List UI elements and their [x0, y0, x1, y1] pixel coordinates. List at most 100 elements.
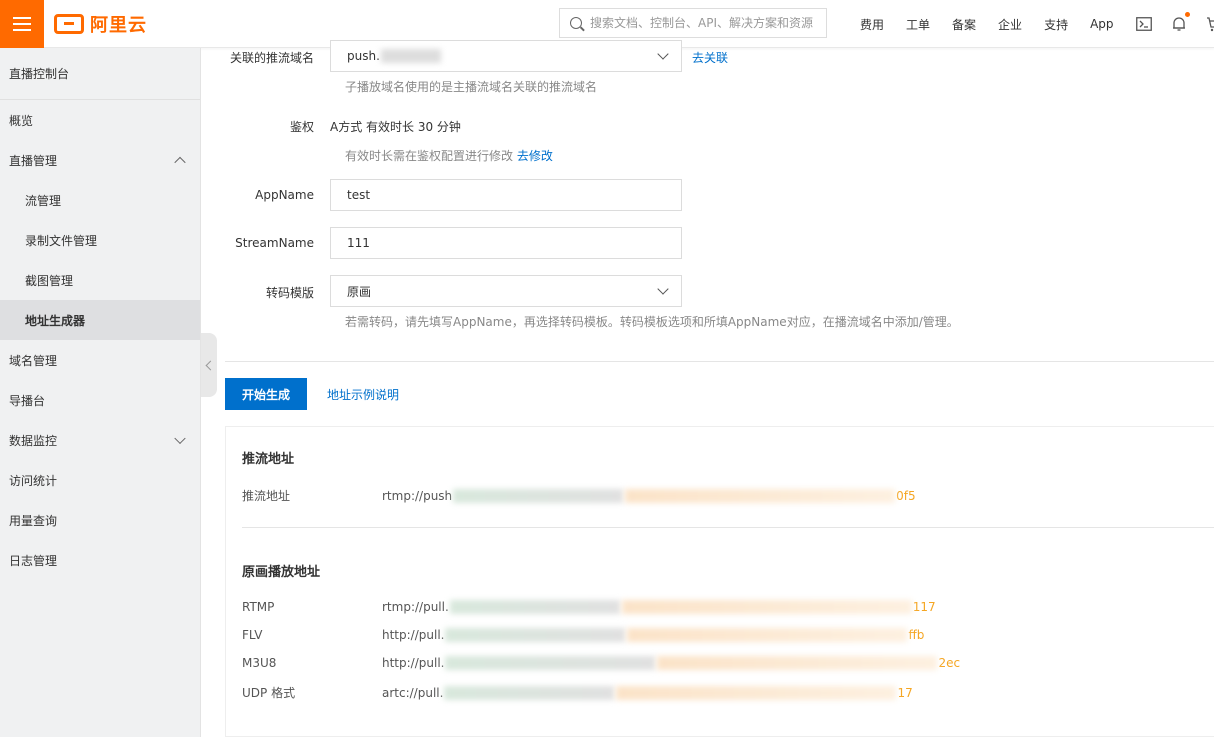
address-prefix: rtmp://push	[382, 488, 453, 503]
template-help: 若需转码，请先填写AppName，再选择转码模板。转码模板选项和所填AppNam…	[345, 315, 959, 329]
nav-icp[interactable]: 备案	[952, 16, 976, 33]
sidebar-collapse-handle[interactable]	[201, 333, 217, 397]
sidebar-item-label: 概览	[9, 113, 34, 128]
streamname-label: StreamName	[235, 236, 314, 250]
search-input[interactable]	[590, 16, 820, 30]
sidebar-item-label: 流管理	[25, 193, 62, 208]
push-address-label: 推流地址	[242, 489, 291, 503]
nav-billing[interactable]: 费用	[860, 16, 884, 33]
push-section-title: 推流地址	[242, 452, 295, 467]
nav-enterprise[interactable]: 企业	[998, 16, 1022, 33]
auth-label: 鉴权	[289, 120, 314, 134]
nav-app[interactable]: App	[1090, 17, 1113, 31]
sidebar-item-access-stats[interactable]: 访问统计	[0, 460, 200, 500]
play-address-value[interactable]: rtmp://pull. 117	[382, 600, 936, 614]
sidebar-item-label: 数据监控	[9, 433, 58, 448]
redacted-text	[444, 685, 615, 700]
play-section-title: 原画播放地址	[242, 565, 321, 580]
play-address-value[interactable]: artc://pull. 17	[382, 684, 913, 701]
sidebar-item-overview[interactable]: 概览	[0, 100, 200, 140]
push-address-value[interactable]: rtmp://push 0f5	[382, 487, 916, 504]
redacted-text	[453, 488, 624, 503]
brand-logo[interactable]: 阿里云	[54, 12, 147, 36]
redacted-text	[625, 488, 896, 503]
sidebar-item-label: 地址生成器	[25, 313, 86, 328]
sidebar-item-label: 截图管理	[25, 273, 74, 288]
sidebar-item-label: 日志管理	[9, 553, 58, 568]
sidebar-item-label: 域名管理	[9, 353, 58, 368]
address-prefix: http://pull.	[382, 628, 445, 642]
sidebar-title[interactable]: 直播控制台	[0, 48, 200, 100]
auth-value: A方式 有效时长 30 分钟	[330, 120, 461, 134]
sidebar-item-label: 访问统计	[9, 473, 58, 488]
address-tail: 17	[897, 685, 913, 700]
cart-icon[interactable]	[1206, 16, 1214, 32]
panel-divider	[242, 527, 1214, 528]
sidebar-item-recordings[interactable]: 录制文件管理	[0, 220, 200, 260]
address-prefix: http://pull.	[382, 656, 445, 670]
main-content: 关联的推流域名 push. 去关联 子播放域名使用的是主播流域名关联的推流域名 …	[225, 40, 1214, 737]
link-modify-auth[interactable]: 去修改	[517, 149, 553, 163]
address-prefix: artc://pull.	[382, 685, 444, 700]
streamname-row: StreamName 111	[225, 227, 682, 259]
notification-dot	[1184, 12, 1190, 17]
address-tail: 0f5	[896, 488, 916, 503]
sidebar-item-stream-management[interactable]: 流管理	[0, 180, 200, 220]
streamname-input[interactable]: 111	[330, 227, 682, 259]
push-domain-value: push.	[347, 49, 380, 63]
address-prefix: rtmp://pull.	[382, 600, 449, 614]
redacted-text	[449, 600, 620, 614]
redacted-text	[445, 656, 656, 670]
push-domain-select[interactable]: push.	[330, 40, 682, 72]
sidebar: 直播控制台 概览 直播管理 流管理 录制文件管理 截图管理 地址生成器 域名管理…	[0, 48, 201, 737]
nav-support[interactable]: 支持	[1044, 16, 1068, 33]
terminal-icon[interactable]	[1135, 17, 1152, 31]
results-panel: 推流地址 推流地址 rtmp://push 0f5 原画播放地址 RTMP rt…	[225, 426, 1214, 737]
generate-button[interactable]: 开始生成	[225, 378, 307, 410]
sidebar-item-usage[interactable]: 用量查询	[0, 500, 200, 540]
play-address-value[interactable]: http://pull. 2ec	[382, 656, 960, 670]
chevron-down-icon	[657, 283, 669, 295]
play-address-label: UDP 格式	[242, 686, 296, 700]
auth-help: 有效时长需在鉴权配置进行修改 去修改	[345, 147, 553, 164]
sidebar-item-director[interactable]: 导播台	[0, 380, 200, 420]
sidebar-item-live-management[interactable]: 直播管理	[0, 140, 200, 180]
push-domain-row: 关联的推流域名 push. 去关联	[225, 40, 728, 72]
play-address-row: RTMP rtmp://pull. 117	[242, 600, 936, 614]
push-domain-help: 子播放域名使用的是主播流域名关联的推流域名	[345, 80, 598, 94]
template-select[interactable]: 原画	[330, 275, 682, 307]
top-nav: 费用 工单 备案 企业 支持 App	[860, 0, 1214, 48]
redacted-text	[380, 49, 441, 63]
template-label: 转码模版	[265, 286, 314, 300]
redacted-text	[657, 656, 938, 670]
bell-icon[interactable]	[1172, 12, 1190, 32]
play-address-row: FLV http://pull. ffb	[242, 628, 924, 642]
sidebar-item-monitoring[interactable]: 数据监控	[0, 420, 200, 460]
template-row: 转码模版 原画	[225, 275, 682, 307]
sidebar-item-label: 导播台	[9, 393, 46, 408]
play-address-label: M3U8	[242, 656, 277, 670]
appname-input[interactable]: test	[330, 179, 682, 211]
brand-name: 阿里云	[90, 15, 147, 36]
template-value: 原画	[347, 284, 372, 299]
play-address-row: M3U8 http://pull. 2ec	[242, 656, 960, 670]
sidebar-item-domains[interactable]: 域名管理	[0, 340, 200, 380]
play-address-label: FLV	[242, 628, 263, 642]
redacted-text	[616, 685, 897, 700]
auth-help-text: 有效时长需在鉴权配置进行修改	[345, 149, 514, 163]
appname-row: AppName test	[225, 179, 682, 211]
sidebar-item-label: 直播管理	[9, 153, 58, 168]
address-tail: 117	[912, 600, 936, 614]
example-link[interactable]: 地址示例说明	[327, 386, 399, 403]
auth-row: 鉴权 A方式 有效时长 30 分钟	[225, 118, 461, 135]
menu-icon[interactable]	[0, 0, 44, 48]
nav-ticket[interactable]: 工单	[906, 16, 930, 33]
sidebar-item-label: 用量查询	[9, 513, 58, 528]
section-divider	[225, 361, 1214, 362]
sidebar-item-snapshots[interactable]: 截图管理	[0, 260, 200, 300]
sidebar-item-logs[interactable]: 日志管理	[0, 540, 200, 580]
sidebar-item-url-generator[interactable]: 地址生成器	[0, 300, 200, 340]
link-associate[interactable]: 去关联	[682, 40, 728, 66]
play-address-value[interactable]: http://pull. ffb	[382, 628, 924, 642]
global-search[interactable]	[559, 8, 827, 38]
